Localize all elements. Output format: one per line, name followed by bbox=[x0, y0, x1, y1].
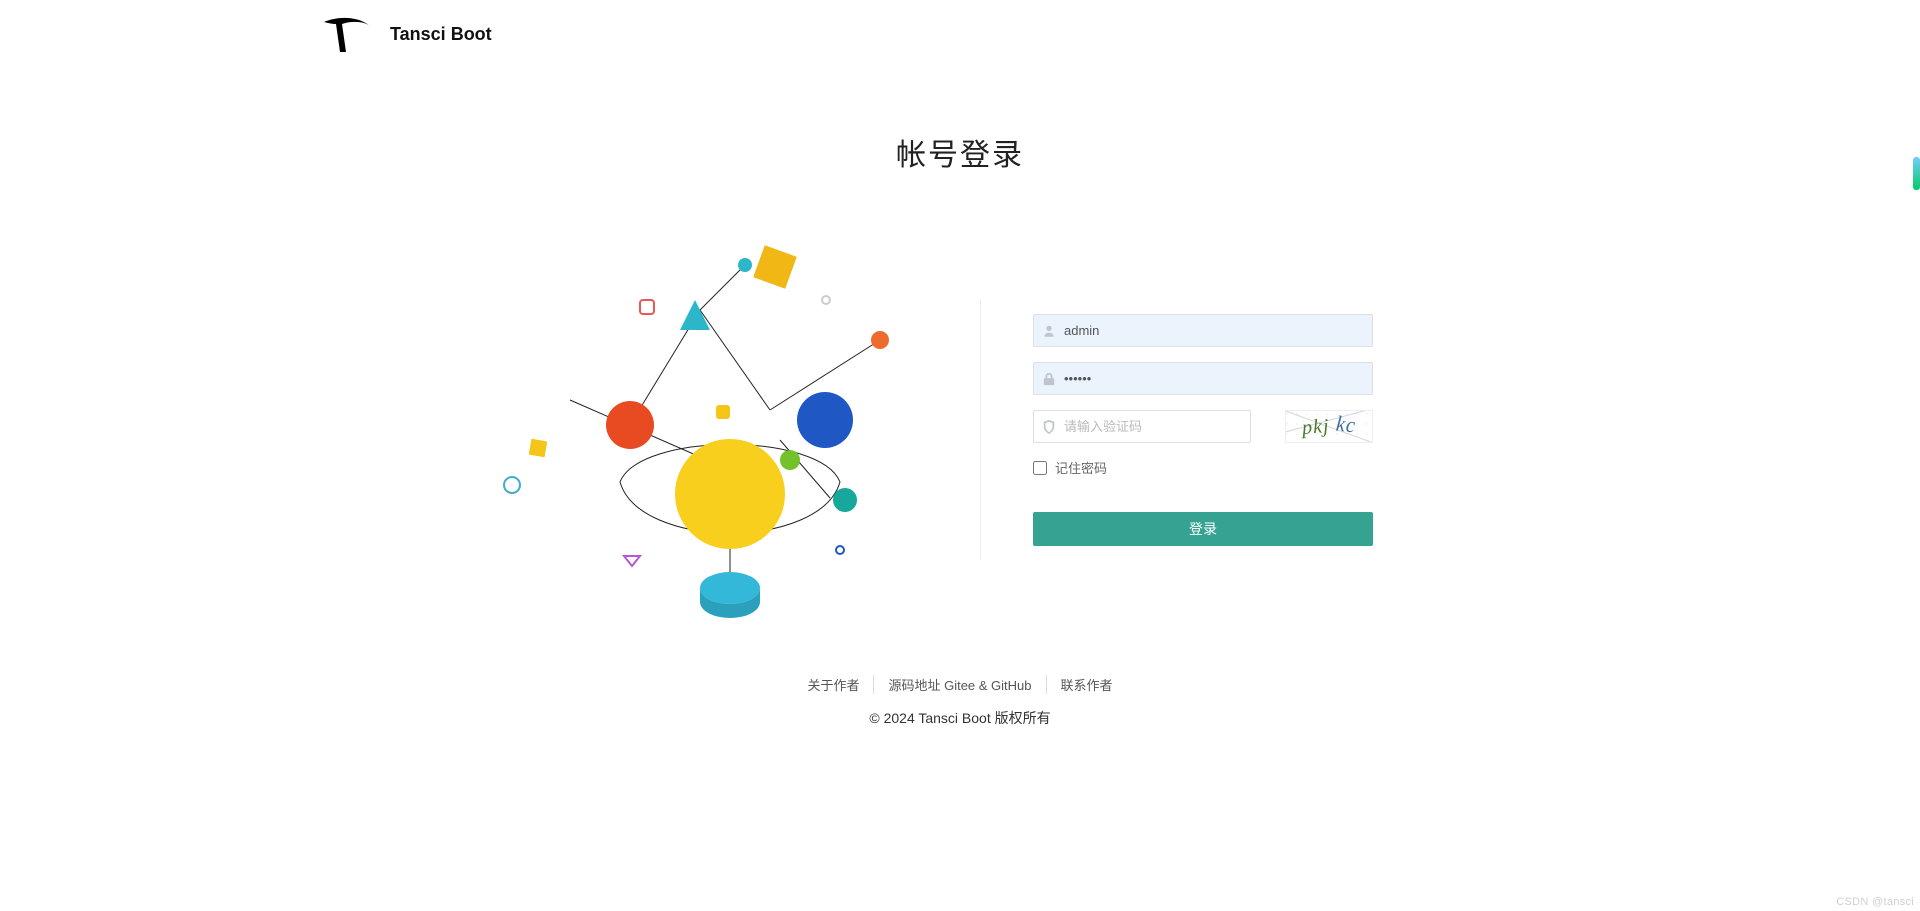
footer-link-about[interactable]: 关于作者 bbox=[793, 675, 873, 694]
footer-links: 关于作者 源码地址 Gitee & GitHub 联系作者 bbox=[0, 675, 1920, 694]
captcha-row: pkj kc bbox=[1033, 410, 1373, 443]
password-row bbox=[1033, 362, 1373, 395]
remember-password[interactable]: 记住密码 bbox=[1033, 458, 1420, 477]
login-content: pkj kc 记住密码 登录 bbox=[0, 220, 1920, 640]
shield-icon bbox=[1042, 420, 1056, 434]
footer-link-source[interactable]: 源码地址 Gitee & GitHub bbox=[873, 675, 1045, 694]
brand-name: Tansci Boot bbox=[390, 24, 492, 45]
scrollbar-accent bbox=[1913, 157, 1920, 190]
footer: 关于作者 源码地址 Gitee & GitHub 联系作者 © 2024 Tan… bbox=[0, 675, 1920, 728]
footer-copyright: © 2024 Tansci Boot 版权所有 bbox=[0, 708, 1920, 728]
watermark: CSDN @tansci bbox=[1836, 896, 1914, 908]
username-input[interactable] bbox=[1033, 314, 1373, 347]
password-input[interactable] bbox=[1033, 362, 1373, 395]
login-button[interactable]: 登录 bbox=[1033, 512, 1373, 546]
remember-checkbox[interactable] bbox=[1033, 461, 1047, 475]
footer-link-contact[interactable]: 联系作者 bbox=[1046, 675, 1127, 694]
login-form: pkj kc 记住密码 登录 bbox=[980, 300, 1420, 560]
lock-icon bbox=[1042, 372, 1056, 386]
page-title: 帐号登录 bbox=[0, 130, 1920, 174]
username-row bbox=[1033, 314, 1373, 347]
brand-logo-icon bbox=[318, 14, 372, 54]
header: Tansci Boot bbox=[318, 14, 492, 54]
captcha-text-a: pkj bbox=[1302, 415, 1331, 440]
user-icon bbox=[1042, 324, 1056, 338]
remember-label: 记住密码 bbox=[1055, 458, 1107, 477]
captcha-input[interactable] bbox=[1033, 410, 1251, 443]
captcha-image[interactable]: pkj kc bbox=[1285, 410, 1373, 443]
login-illustration bbox=[500, 230, 920, 630]
captcha-text-b: kc bbox=[1335, 412, 1357, 439]
